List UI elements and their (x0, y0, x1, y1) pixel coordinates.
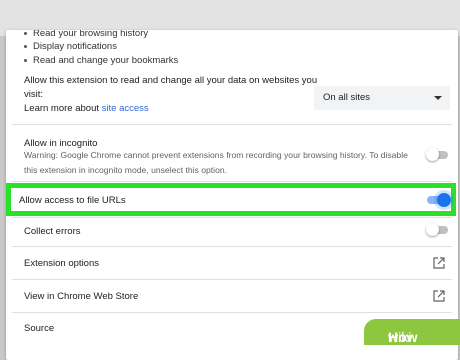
divider (12, 217, 452, 218)
site-access-select[interactable]: On all sites (314, 86, 450, 110)
permission-item: Read and change your bookmarks (24, 55, 178, 66)
divider (12, 279, 452, 280)
permission-item: Read your browsing history (24, 30, 148, 39)
external-link-icon[interactable] (433, 290, 445, 302)
divider (12, 124, 452, 125)
dropdown-arrow-icon (434, 96, 442, 100)
site-access-description: Allow this extension to read and change … (24, 75, 318, 86)
site-access-link[interactable]: site access (102, 103, 149, 114)
wikihow-watermark: wiki How (364, 319, 460, 345)
bullet-icon (24, 44, 27, 48)
toggle-knob (426, 148, 439, 161)
file-urls-toggle[interactable] (425, 192, 453, 208)
permission-item: Display notifications (24, 41, 117, 52)
toggle-knob (437, 193, 451, 207)
divider (12, 246, 452, 247)
incognito-warning: Warning: Google Chrome cannot prevent ex… (24, 150, 408, 175)
web-store-link[interactable]: View in Chrome Web Store (24, 291, 138, 302)
divider (12, 181, 452, 182)
site-access-select-value: On all sites (323, 92, 370, 103)
incognito-toggle[interactable] (426, 148, 452, 162)
file-urls-title: Allow access to file URLs (19, 195, 126, 206)
collect-errors-title: Collect errors (24, 226, 81, 237)
learn-more-text: Learn more about site access (24, 103, 149, 114)
source-title: Source (24, 323, 55, 334)
external-link-icon[interactable] (433, 257, 445, 269)
toggle-knob (426, 223, 439, 236)
file-urls-row-highlight: Allow access to file URLs (6, 183, 456, 216)
divider (12, 312, 452, 313)
extension-options-link[interactable]: Extension options (24, 258, 99, 269)
bullet-icon (24, 31, 27, 35)
collect-errors-toggle[interactable] (426, 223, 452, 237)
site-access-description-2: visit: (24, 89, 43, 100)
bullet-icon (24, 58, 27, 62)
